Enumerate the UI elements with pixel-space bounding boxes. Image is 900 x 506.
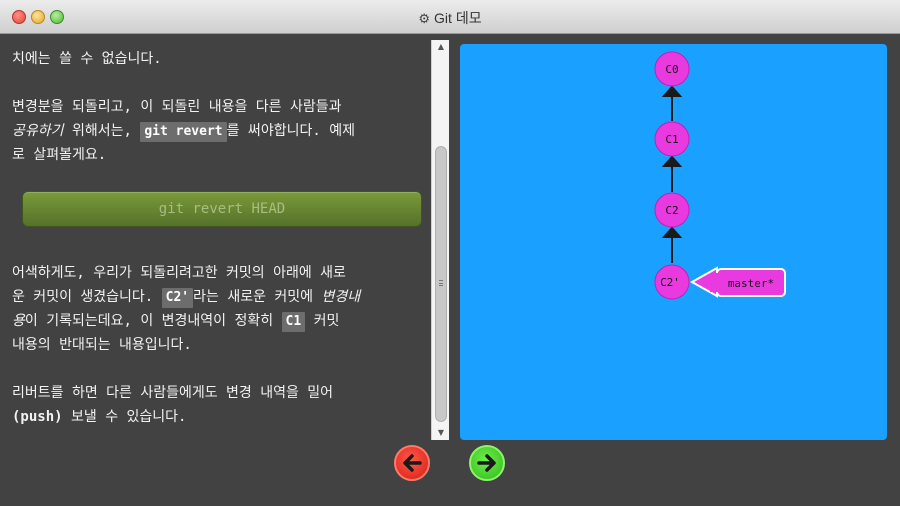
scroll-up-arrow-icon[interactable]: ▲ bbox=[432, 40, 450, 54]
inline-code: git revert bbox=[140, 122, 227, 142]
commit-label: C2 bbox=[665, 204, 678, 217]
lesson-paragraph: 리버트를 하면 다른 사람들에게도 변경 내역을 밀어 (push) 보낼 수 … bbox=[12, 385, 334, 425]
commit-label: C1 bbox=[665, 133, 678, 146]
inline-code: C2' bbox=[161, 288, 194, 308]
title-bar: ⚙ Git 데모 bbox=[0, 0, 900, 34]
commit-node[interactable]: C2 bbox=[654, 192, 690, 228]
commit-label: C2' bbox=[660, 276, 680, 289]
branch-tag[interactable]: master* bbox=[689, 266, 786, 298]
app-window: ⚙ Git 데모 치에는 쓸 수 없습니다. 변경분을 되돌리고, 이 되돌린 내… bbox=[0, 0, 900, 506]
lesson-paragraph: 치에는 쓸 수 없습니다. bbox=[12, 51, 162, 67]
lesson-text-pane: 치에는 쓸 수 없습니다. 변경분을 되돌리고, 이 되돌린 내용을 다른 사람… bbox=[0, 35, 430, 441]
arrowhead-icon bbox=[661, 85, 683, 97]
inline-code: C1 bbox=[281, 312, 306, 332]
branch-label: master* bbox=[728, 277, 774, 290]
arrowhead-icon bbox=[661, 226, 683, 238]
scroll-down-arrow-icon[interactable]: ▼ bbox=[432, 426, 450, 440]
text-scrollbar[interactable]: ▲ ▼ bbox=[431, 40, 449, 440]
scrollbar-thumb[interactable] bbox=[435, 146, 447, 422]
window-title: ⚙ Git 데모 bbox=[418, 10, 482, 26]
commit-label: C0 bbox=[665, 63, 678, 76]
back-button[interactable] bbox=[394, 445, 430, 481]
commit-node[interactable]: C1 bbox=[654, 121, 690, 157]
arrow-left-icon bbox=[403, 454, 422, 472]
commit-edges bbox=[661, 85, 683, 263]
commit-node[interactable]: C0 bbox=[654, 51, 690, 87]
commit-node[interactable]: C2' bbox=[654, 264, 690, 300]
lesson-paragraph: 어색하게도, 우리가 되돌리려고한 커밋의 아래에 새로 운 커밋이 생겼습니다… bbox=[12, 265, 361, 353]
run-command-button[interactable]: git revert HEAD bbox=[22, 191, 422, 227]
commit-graph: C0 C1 C2 C2' master* bbox=[654, 51, 786, 300]
arrowhead-icon bbox=[661, 155, 683, 167]
forward-button[interactable] bbox=[469, 445, 505, 481]
git-visualization: C0 C1 C2 C2' master* bbox=[460, 44, 887, 440]
grip-icon bbox=[439, 280, 443, 286]
lesson-paragraph: 변경분을 되돌리고, 이 되돌린 내용을 다른 사람들과 공유하기 위해서는, … bbox=[12, 99, 355, 163]
arrow-right-icon bbox=[477, 454, 496, 472]
gear-icon: ⚙ bbox=[418, 11, 431, 26]
